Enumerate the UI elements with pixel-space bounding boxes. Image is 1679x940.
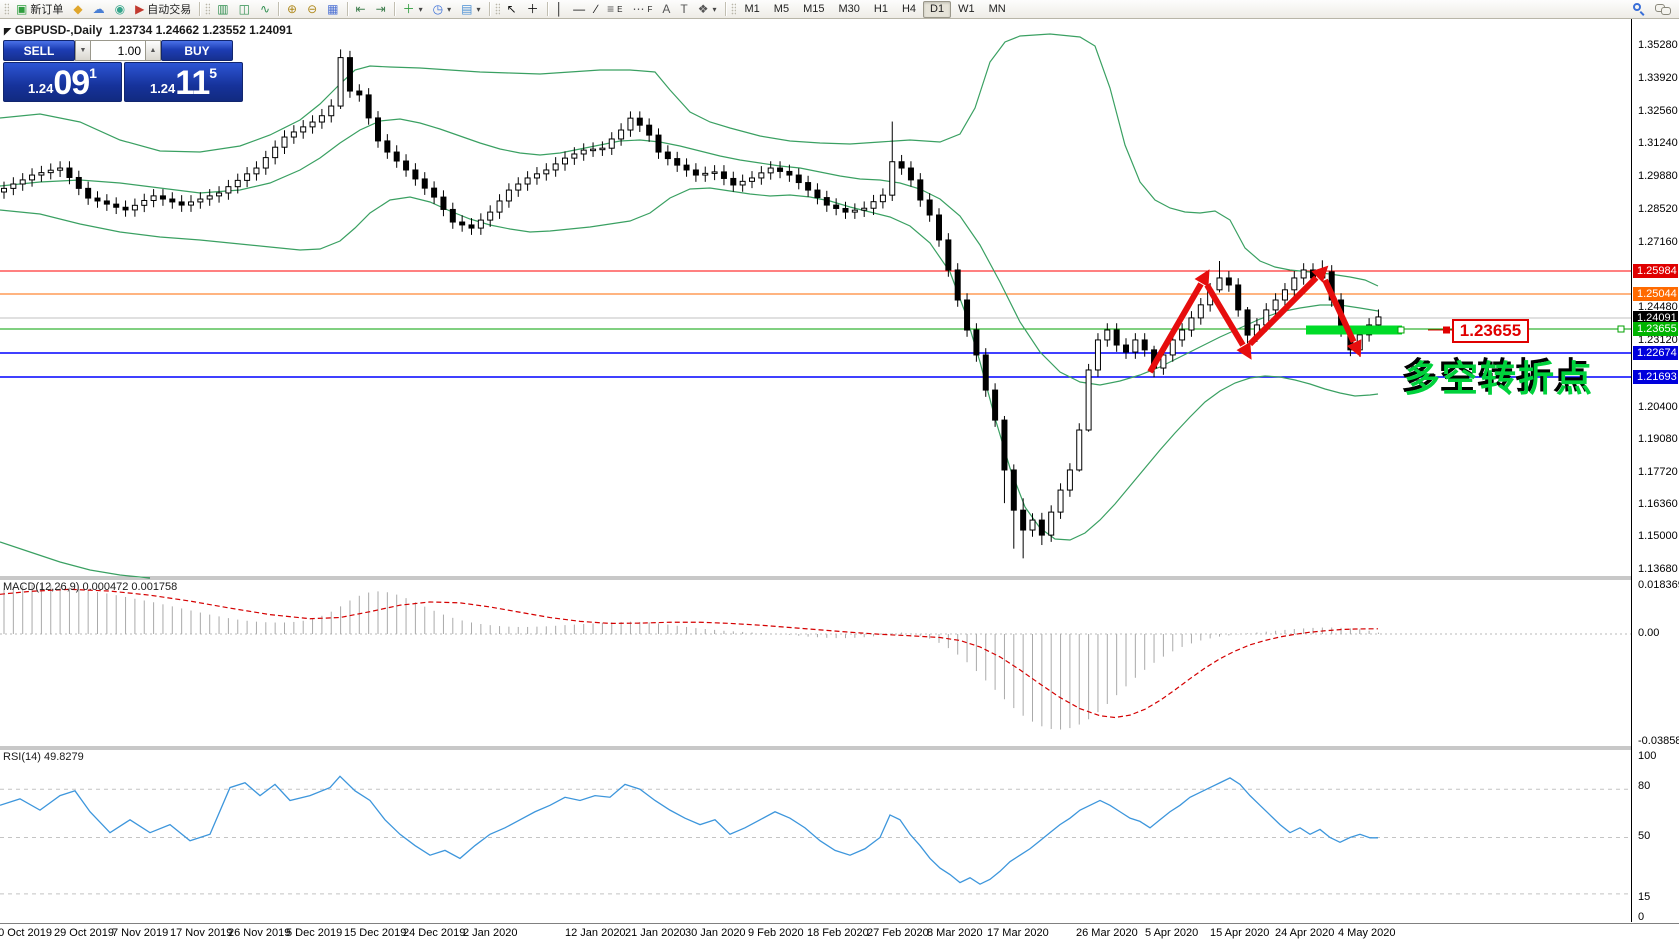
price-annotation-box[interactable]: 1.23655 xyxy=(1452,319,1529,343)
y-axis-label: 1.31240 xyxy=(1638,137,1678,149)
one-click-trading-panel: SELL ▼ ▲ BUY 1.24 09 1 1.24 11 5 xyxy=(3,40,249,102)
chart-ohlc-values: 1.23734 1.24662 1.23552 1.24091 xyxy=(108,23,293,37)
y-axis-label: 1.13680 xyxy=(1638,563,1678,575)
x-axis-label: 5 Apr 2020 xyxy=(1145,927,1199,939)
x-axis-label: 7 Nov 2019 xyxy=(112,927,169,939)
price-badge: 1.25984 xyxy=(1633,264,1678,278)
x-axis-label: 26 Mar 2020 xyxy=(1076,927,1138,939)
volume-input[interactable] xyxy=(91,40,145,61)
buy-price-small: 1.24 xyxy=(149,81,176,96)
x-axis-label: 15 Apr 2020 xyxy=(1210,927,1270,939)
x-axis-label: 27 Feb 2020 xyxy=(867,927,929,939)
chart-title: ◤ GBPUSD-,Daily 1.23734 1.24662 1.23552 1… xyxy=(4,23,292,37)
y-axis-label: 1.27160 xyxy=(1638,236,1678,248)
price-badge: 1.21693 xyxy=(1633,370,1678,384)
x-axis-label: 17 Nov 2019 xyxy=(170,927,233,939)
y-axis-label: 1.35280 xyxy=(1638,39,1678,51)
y-axis-label: 1.28520 xyxy=(1638,203,1678,215)
rsi-axis-label: 80 xyxy=(1638,780,1651,792)
x-axis-label: 18 Feb 2020 xyxy=(807,927,869,939)
x-axis-label: 24 Dec 2019 xyxy=(403,927,466,939)
x-axis-label: 24 Apr 2020 xyxy=(1275,927,1335,939)
macd-label: MACD(12,26,9) 0.000472 0.001758 xyxy=(3,581,178,593)
y-axis-label: 1.33920 xyxy=(1638,72,1678,84)
chart-symbol-period: GBPUSD-,Daily xyxy=(14,23,103,37)
x-axis-label: 2 Jan 2020 xyxy=(463,927,518,939)
x-axis-label: 17 Mar 2020 xyxy=(987,927,1049,939)
sell-price-big: 09 xyxy=(53,64,90,102)
x-axis-label: 9 Feb 2020 xyxy=(748,927,804,939)
macd-axis-label: 0.018369 xyxy=(1638,579,1679,591)
buy-price[interactable]: 1.24 11 5 xyxy=(124,62,243,102)
sell-price-sup: 1 xyxy=(89,65,97,81)
buy-button[interactable]: BUY xyxy=(161,40,233,61)
x-axis-label: 29 Oct 2019 xyxy=(54,927,114,939)
rsi-axis-label: 15 xyxy=(1638,891,1651,903)
rsi-label: RSI(14) 49.8279 xyxy=(3,751,84,763)
x-axis-label: 20 Oct 2019 xyxy=(0,927,52,939)
macd-axis-label: 0.00 xyxy=(1638,627,1660,639)
rsi-axis-label: 50 xyxy=(1638,830,1651,842)
y-axis-label: 1.19080 xyxy=(1638,433,1678,445)
volume-up-button[interactable]: ▲ xyxy=(145,40,161,61)
y-axis-label: 1.16360 xyxy=(1638,498,1678,510)
rsi-axis-label: 0 xyxy=(1638,911,1645,923)
y-axis-label: 1.15000 xyxy=(1638,530,1678,542)
buy-price-big: 11 xyxy=(175,64,210,102)
volume-down-button[interactable]: ▼ xyxy=(75,40,91,61)
x-axis-label: 5 Dec 2019 xyxy=(286,927,343,939)
buy-price-sup: 5 xyxy=(209,65,218,81)
sell-price[interactable]: 1.24 09 1 xyxy=(3,62,122,102)
y-axis-label: 1.29880 xyxy=(1638,170,1678,182)
y-axis-label: 1.32560 xyxy=(1638,105,1678,117)
rsi-axis-label: 100 xyxy=(1638,750,1657,762)
sell-button[interactable]: SELL xyxy=(3,40,75,61)
price-badge: 1.22674 xyxy=(1633,346,1678,360)
price-badge: 1.23655 xyxy=(1633,322,1678,336)
x-axis-label: 30 Jan 2020 xyxy=(685,927,746,939)
pivot-annotation-text[interactable]: 多空转折点 xyxy=(1404,350,1594,402)
price-axis[interactable]: 1.35280 1.33920 1.32560 1.31240 1.29880 1.285… xyxy=(1632,19,1679,923)
x-axis-label: 12 Jan 2020 xyxy=(565,927,626,939)
x-axis-label: 8 Mar 2020 xyxy=(927,927,983,939)
sell-price-small: 1.24 xyxy=(28,81,54,96)
price-chart[interactable] xyxy=(0,0,1679,940)
y-axis-label: 1.17720 xyxy=(1638,466,1678,478)
macd-axis-label: -0.038585 xyxy=(1638,735,1679,747)
y-axis-label: 1.20400 xyxy=(1638,401,1678,413)
expand-triangle-icon[interactable]: ◤ xyxy=(4,26,11,36)
mt4-window: ▣ 新订单 ◆ ☁ ◉ ▶ 自动交易 ▥ ◫ ∿ ⊕ ⊖ ▦ ⇤ ⇥ ＋ ▾ ◷ ▾ ▤ ▾ ↖ ＋ │ — ∕ ≡ E ⋯ F A T ❖ ▾ M… xyxy=(0,0,1679,940)
x-axis-label: 21 Jan 2020 xyxy=(625,927,686,939)
time-axis[interactable]: 20 Oct 201929 Oct 20197 Nov 201917 Nov 2… xyxy=(0,923,1679,940)
x-axis-label: 26 Nov 2019 xyxy=(228,927,291,939)
price-badge: 1.25044 xyxy=(1633,287,1678,301)
x-axis-label: 15 Dec 2019 xyxy=(344,927,407,939)
x-axis-label: 4 May 2020 xyxy=(1338,927,1396,939)
